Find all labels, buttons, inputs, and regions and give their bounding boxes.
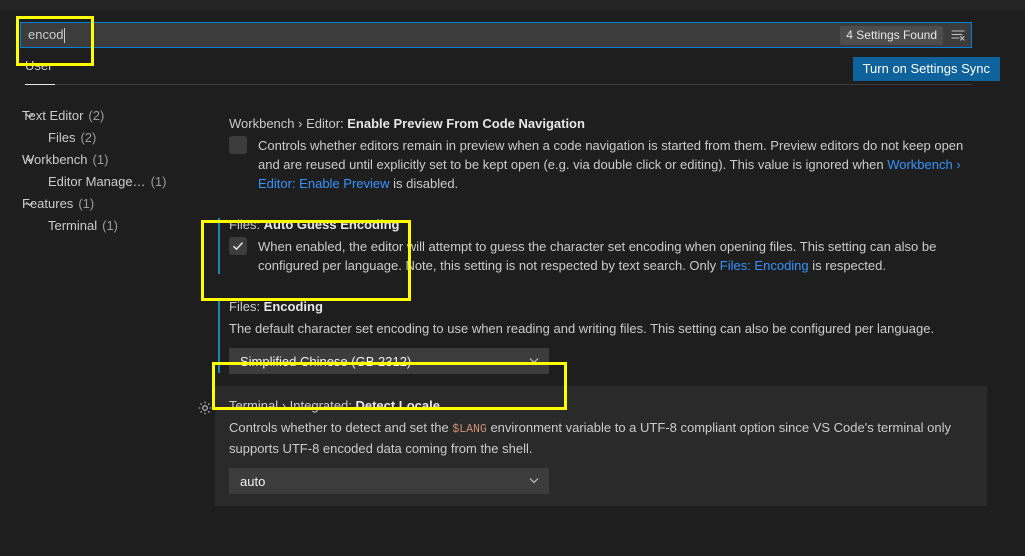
setting-description-text: Controls whether editors remain in previ…	[258, 138, 964, 172]
setting-row: Files: Encoding The default character set…	[215, 287, 1025, 386]
search-row: encod 4 Settings Found	[0, 10, 1025, 50]
toc-item-editor-manage[interactable]: Editor Manage… (1)	[0, 170, 200, 192]
text-cursor	[64, 27, 66, 43]
tab-user[interactable]: User	[25, 58, 52, 80]
setting-name: Encoding	[263, 299, 323, 314]
setting-description-code: $LANG	[452, 423, 487, 436]
toc-item-label: Features	[22, 195, 74, 211]
modified-indicator	[218, 218, 220, 274]
title-bar-strip	[0, 0, 1025, 10]
settings-toc: Text Editor (2) Files (2) Workbench (1) Editor…	[0, 104, 200, 236]
toc-item-label: Editor Manage…	[48, 173, 146, 189]
toc-item-label: Workbench	[22, 151, 88, 167]
toc-item-terminal[interactable]: Terminal (1)	[0, 214, 200, 236]
setting-title: Terminal › Integrated: Detect Locale	[229, 398, 987, 413]
toc-item-text-editor[interactable]: Text Editor (2)	[0, 104, 200, 126]
toc-item-features[interactable]: Features (1)	[0, 192, 200, 214]
setting-row: Workbench › Editor: Enable Preview From …	[215, 104, 1025, 205]
tabs-row: User Turn on Settings Sync	[0, 52, 1025, 92]
toc-item-count: (2)	[80, 129, 97, 145]
setting-category: Files:	[229, 299, 264, 314]
setting-select-value: auto	[240, 473, 266, 489]
setting-row: Files: Auto Guess Encoding When enabled, …	[215, 205, 1025, 287]
setting-select[interactable]: Simplified Chinese (GB 2312)	[229, 348, 549, 374]
tabs-divider	[25, 84, 972, 85]
setting-description: Controls whether editors remain in previ…	[229, 136, 983, 193]
toc-item-count: (2)	[88, 107, 105, 123]
search-right-controls: 4 Settings Found	[840, 23, 967, 47]
setting-description: Controls whether to detect and set the $…	[229, 418, 954, 458]
toc-item-count: (1)	[92, 151, 109, 167]
setting-name: Auto Guess Encoding	[263, 217, 400, 232]
toc-item-label: Text Editor	[22, 107, 84, 123]
chevron-down-icon	[528, 474, 540, 489]
modified-indicator	[218, 300, 220, 373]
checkbox-unchecked[interactable]	[229, 136, 247, 154]
setting-select[interactable]: auto	[229, 468, 549, 494]
toc-item-workbench[interactable]: Workbench (1)	[0, 148, 200, 170]
setting-body: Controls whether to detect and set the $…	[229, 418, 987, 458]
setting-description-text-tail: is disabled.	[389, 176, 459, 191]
chevron-down-icon	[528, 354, 540, 369]
setting-category: Files:	[229, 217, 264, 232]
clear-filter-icon[interactable]	[949, 26, 967, 44]
settings-found-badge: 4 Settings Found	[840, 25, 943, 45]
search-input-value: encod	[28, 27, 64, 42]
toc-item-label: Terminal	[48, 217, 98, 233]
setting-title: Files: Encoding	[229, 299, 1025, 314]
setting-description-text-tail: is respected.	[808, 258, 886, 273]
setting-name: Detect Locale	[355, 398, 440, 413]
setting-description-text: Controls whether to detect and set the	[229, 420, 453, 435]
toc-item-files[interactable]: Files (2)	[0, 126, 200, 148]
turn-on-settings-sync-button[interactable]: Turn on Settings Sync	[852, 57, 1000, 81]
gear-icon[interactable]	[197, 400, 213, 416]
toc-item-count: (1)	[150, 173, 167, 189]
setting-description: When enabled, the editor will attempt to…	[229, 237, 983, 275]
toc-item-count: (1)	[78, 195, 95, 211]
tab-active-underline	[25, 84, 55, 85]
checkbox-checked[interactable]	[229, 237, 247, 255]
toc-item-count: (1)	[102, 217, 119, 233]
setting-description-link[interactable]: Files: Encoding	[720, 258, 809, 273]
setting-title: Files: Auto Guess Encoding	[229, 217, 1025, 232]
setting-description-text: The default character set encoding to us…	[229, 321, 935, 336]
settings-list: Workbench › Editor: Enable Preview From …	[198, 104, 1025, 506]
setting-row: Terminal › Integrated: Detect Locale Cont…	[198, 386, 987, 506]
setting-body: When enabled, the editor will attempt to…	[229, 237, 1025, 275]
setting-description: The default character set encoding to us…	[229, 319, 934, 338]
setting-select-value: Simplified Chinese (GB 2312)	[240, 353, 412, 369]
setting-body: Controls whether editors remain in previ…	[229, 136, 1025, 193]
search-input[interactable]: encod 4 Settings Found	[20, 22, 972, 48]
setting-category: Terminal › Integrated:	[229, 398, 356, 413]
setting-name: Enable Preview From Code Navigation	[347, 116, 585, 131]
setting-title: Workbench › Editor: Enable Preview From …	[229, 116, 1025, 131]
setting-body: The default character set encoding to us…	[229, 319, 1025, 338]
toc-item-label: Files	[48, 129, 76, 145]
setting-category: Workbench › Editor:	[229, 116, 348, 131]
